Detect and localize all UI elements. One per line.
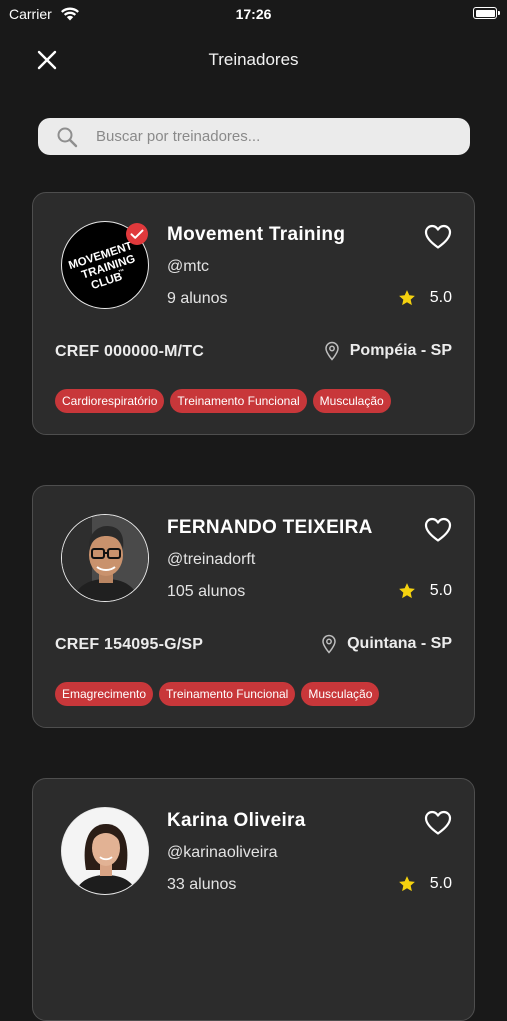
cref-number: CREF 154095-G/SP <box>55 636 204 653</box>
avatar <box>61 807 149 895</box>
trainer-card[interactable]: MOVEMENT TRAINING CLUB ™ Movement Traini… <box>32 192 475 435</box>
students-count: 105 alunos <box>167 583 246 600</box>
battery-icon <box>473 7 500 19</box>
location-pin-icon <box>324 341 339 361</box>
trainer-handle: @treinadorft <box>167 551 256 568</box>
specialty-tag[interactable]: Treinamento Funcional <box>170 389 307 413</box>
location-pin-icon <box>322 634 336 654</box>
location: Quintana - SP <box>321 634 452 654</box>
rating-value: 5.0 <box>429 582 452 599</box>
cref-number: CREF 000000-M/TC <box>55 343 205 360</box>
search-icon <box>56 126 78 153</box>
star-icon <box>398 876 415 892</box>
heart-icon <box>424 517 452 542</box>
rating: 5.0 <box>398 582 452 600</box>
rating: 5.0 <box>398 289 452 307</box>
specialty-tag[interactable]: Musculação <box>301 682 380 706</box>
rating: 5.0 <box>398 875 452 893</box>
specialty-tag[interactable]: Cardiorespiratório <box>55 389 165 413</box>
favorite-button[interactable] <box>424 517 452 543</box>
trainer-name: Karina Oliveira <box>167 810 306 831</box>
avatar <box>61 514 149 602</box>
trainer-card[interactable]: FERNANDO TEIXEIRA @treinadorft 105 aluno… <box>32 485 475 728</box>
specialty-tag[interactable]: Treinamento Funcional <box>159 682 296 706</box>
trainer-handle: @mtc <box>167 258 210 275</box>
students-count: 33 alunos <box>167 876 237 893</box>
heart-icon <box>424 810 452 835</box>
rating-value: 5.0 <box>429 875 452 892</box>
location: Pompéia - SP <box>324 341 452 361</box>
tag-list: Cardiorespiratório Treinamento Funcional… <box>55 389 391 413</box>
trainer-name: Movement Training <box>167 224 346 245</box>
clock: 17:26 <box>235 6 272 22</box>
search-bar[interactable] <box>38 118 470 155</box>
star-icon <box>398 290 415 306</box>
trainer-handle: @karinaoliveira <box>167 844 278 861</box>
specialty-tag[interactable]: Emagrecimento <box>55 682 154 706</box>
rating-value: 5.0 <box>429 289 452 306</box>
favorite-button[interactable] <box>424 810 452 836</box>
verified-badge-icon <box>126 223 148 245</box>
tag-list: Emagrecimento Treinamento Funcional Musc… <box>55 682 380 706</box>
students-count: 9 alunos <box>167 290 228 307</box>
nav-bar: Treinadores <box>0 40 507 80</box>
search-input[interactable] <box>96 118 456 155</box>
favorite-button[interactable] <box>424 224 452 250</box>
page-title: Treinadores <box>208 50 299 69</box>
star-icon <box>398 583 415 599</box>
specialty-tag[interactable]: Musculação <box>312 389 391 413</box>
location-text: Quintana - SP <box>347 635 452 652</box>
trainer-name: FERNANDO TEIXEIRA <box>167 517 373 538</box>
location-text: Pompéia - SP <box>349 342 452 359</box>
heart-icon <box>424 224 452 249</box>
status-bar: Carrier 17:26 <box>0 0 507 28</box>
